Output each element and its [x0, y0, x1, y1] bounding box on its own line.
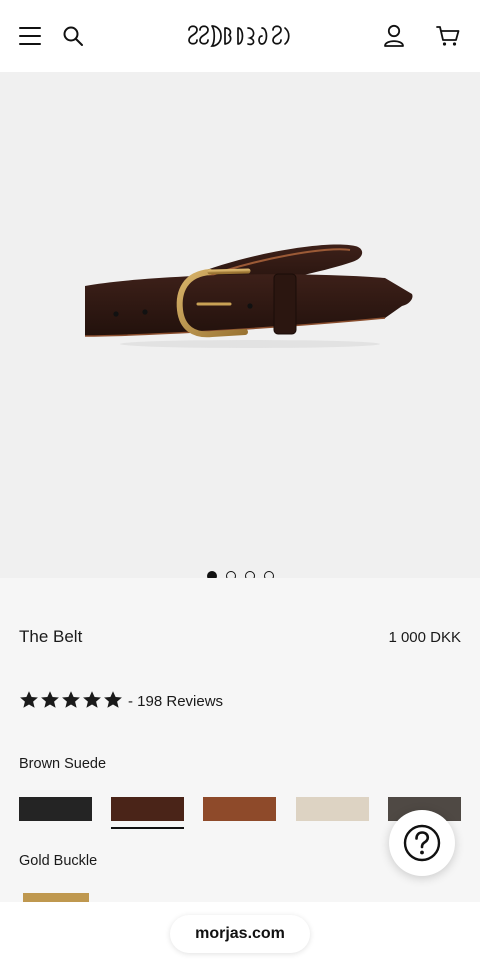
- brand-logo-mark: [188, 25, 290, 47]
- star-icon: [41, 691, 59, 708]
- site-header: [0, 0, 480, 72]
- buckle-label: Gold Buckle: [19, 853, 98, 869]
- product-image-gallery[interactable]: [0, 72, 480, 578]
- swatch-cognac-suede[interactable]: [203, 797, 276, 821]
- star-icon: [104, 691, 122, 708]
- question-mark-icon: [403, 824, 441, 862]
- star-icon: [62, 691, 80, 708]
- rating-stars: [19, 690, 123, 710]
- product-price: 1 000 DKK: [388, 629, 461, 646]
- star-icon: [20, 691, 38, 708]
- reviews-link[interactable]: - 198 Reviews: [128, 693, 223, 710]
- search-icon[interactable]: [59, 22, 87, 50]
- browser-bottom-bar: morjas.com: [0, 902, 480, 970]
- browser-url-field[interactable]: morjas.com: [170, 915, 310, 953]
- hamburger-menu-icon[interactable]: [16, 22, 44, 50]
- help-button[interactable]: [389, 810, 455, 876]
- selected-swatch-indicator: [111, 827, 184, 829]
- swatch-sand-suede[interactable]: [296, 797, 369, 821]
- cart-icon[interactable]: [434, 22, 462, 50]
- selected-color-label: Brown Suede: [19, 756, 107, 772]
- swatch-black-suede[interactable]: [19, 797, 92, 821]
- product-image-belt: [84, 244, 413, 348]
- star-icon: [83, 691, 101, 708]
- user-icon[interactable]: [380, 22, 408, 50]
- swatch-brown-suede[interactable]: [111, 797, 184, 821]
- product-title: The Belt: [19, 627, 83, 646]
- brand-logo[interactable]: [180, 18, 300, 54]
